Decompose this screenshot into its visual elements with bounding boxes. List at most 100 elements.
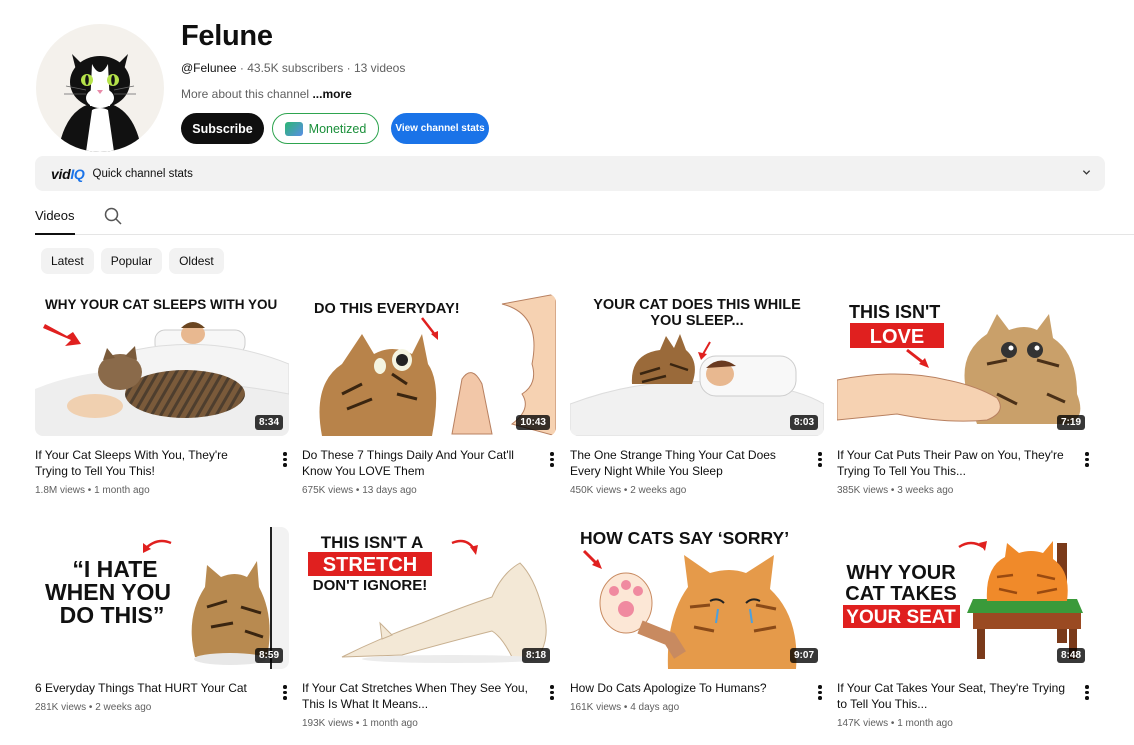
video-card[interactable]: YOUR CAT DOES THIS WHILE YOU SLEEP... 8:… bbox=[570, 294, 824, 496]
video-title[interactable]: If Your Cat Stretches When They See You,… bbox=[302, 680, 530, 712]
video-views: 161K views bbox=[570, 702, 622, 713]
video-stats: 147K views • 1 month ago bbox=[837, 718, 953, 729]
video-age: 13 days ago bbox=[362, 485, 417, 496]
chip-latest[interactable]: Latest bbox=[41, 248, 94, 274]
view-channel-stats-button[interactable]: View channel stats bbox=[391, 113, 489, 144]
video-title[interactable]: 6 Everyday Things That HURT Your Cat bbox=[35, 680, 263, 696]
tab-videos[interactable]: Videos bbox=[35, 208, 75, 235]
video-views: 281K views bbox=[35, 702, 87, 713]
video-stats: 161K views • 4 days ago bbox=[570, 702, 680, 713]
video-thumbnail[interactable]: WHY YOUR CAT SLEEPS WITH YOU 8:34 bbox=[35, 294, 289, 436]
video-thumbnail[interactable]: YOUR CAT DOES THIS WHILE YOU SLEEP... 8:… bbox=[570, 294, 824, 436]
video-title[interactable]: If Your Cat Sleeps With You, They're Try… bbox=[35, 447, 263, 479]
video-card[interactable]: THIS ISN'T A STRETCH DON'T IGNORE! 8:18 … bbox=[302, 527, 556, 729]
thumbnail-text: LOVE bbox=[870, 326, 924, 348]
channel-name: Felune bbox=[181, 20, 273, 52]
vidiq-label: Quick channel stats bbox=[92, 167, 193, 180]
more-options-icon[interactable] bbox=[1084, 452, 1090, 468]
monetized-label: Monetized bbox=[308, 121, 367, 136]
video-age: 2 weeks ago bbox=[630, 485, 687, 496]
video-thumbnail[interactable]: HOW CATS SAY ‘SORRY’ 9:07 bbox=[570, 527, 824, 669]
thumbnail-art: YOUR CAT DOES THIS WHILE YOU SLEEP... bbox=[570, 294, 824, 436]
channel-avatar[interactable] bbox=[36, 24, 164, 152]
video-age: 1 month ago bbox=[362, 718, 418, 729]
thumbnail-text: THIS ISN'T bbox=[849, 302, 940, 322]
vidiq-quick-stats-bar[interactable]: vidIQ Quick channel stats bbox=[35, 156, 1105, 191]
thumbnail-text: WHY YOUR bbox=[846, 562, 956, 584]
video-title[interactable]: If Your Cat Takes Your Seat, They're Try… bbox=[837, 680, 1065, 712]
thumbnail-text: THIS ISN'T A bbox=[321, 533, 424, 552]
channel-meta: @Felunee · 43.5K subscribers · 13 videos bbox=[181, 61, 489, 75]
channel-header: Felune @Felunee · 43.5K subscribers · 13… bbox=[181, 18, 489, 144]
video-card[interactable]: HOW CATS SAY ‘SORRY’ 9:07 How Do Cats Ap… bbox=[570, 527, 824, 713]
search-icon[interactable] bbox=[103, 206, 123, 226]
monetized-button[interactable]: Monetized bbox=[272, 113, 379, 144]
video-duration: 8:03 bbox=[789, 415, 818, 430]
thumbnail-text: DON'T IGNORE! bbox=[313, 577, 427, 594]
video-card[interactable]: WHY YOUR CAT SLEEPS WITH YOU 8:34 If You… bbox=[35, 294, 289, 496]
monetized-icon bbox=[284, 121, 303, 136]
chevron-down-icon[interactable] bbox=[1082, 168, 1091, 177]
video-card[interactable]: THIS ISN'T LOVE 7:19 If Your Cat Puts Th… bbox=[837, 294, 1091, 496]
more-options-icon[interactable] bbox=[282, 452, 288, 468]
more-options-icon[interactable] bbox=[549, 685, 555, 701]
video-title[interactable]: How Do Cats Apologize To Humans? bbox=[570, 680, 798, 696]
thumbnail-text: YOUR SEAT bbox=[846, 607, 956, 628]
video-duration: 8:59 bbox=[254, 648, 283, 663]
thumbnail-text: YOU SLEEP... bbox=[650, 313, 743, 329]
channel-actions: Subscribe Monetized View channel stats bbox=[181, 113, 489, 144]
channel-tabs: Videos bbox=[35, 200, 1134, 235]
sort-chips: Latest Popular Oldest bbox=[41, 248, 224, 274]
video-stats: 193K views • 1 month ago bbox=[302, 718, 418, 729]
video-count: 13 videos bbox=[353, 61, 406, 75]
video-stats: 675K views • 13 days ago bbox=[302, 485, 417, 496]
video-title[interactable]: The One Strange Thing Your Cat Does Ever… bbox=[570, 447, 798, 479]
chip-oldest[interactable]: Oldest bbox=[169, 248, 224, 274]
thumbnail-text: DO THIS” bbox=[60, 602, 165, 628]
about-text: More about this channel bbox=[181, 87, 310, 101]
channel-handle: @Felunee bbox=[181, 61, 237, 75]
video-card[interactable]: “I HATE WHEN YOU DO THIS” 8:59 6 Everyda… bbox=[35, 527, 289, 713]
video-stats: 1.8M views • 1 month ago bbox=[35, 485, 150, 496]
video-stats: 450K views • 2 weeks ago bbox=[570, 485, 687, 496]
more-options-icon[interactable] bbox=[549, 452, 555, 468]
video-title[interactable]: Do These 7 Things Daily And Your Cat'll … bbox=[302, 447, 530, 479]
more-link[interactable]: ...more bbox=[312, 87, 351, 101]
video-thumbnail[interactable]: THIS ISN'T A STRETCH DON'T IGNORE! 8:18 bbox=[302, 527, 556, 669]
video-thumbnail[interactable]: THIS ISN'T LOVE 7:19 bbox=[837, 294, 1091, 436]
vidiq-logo: vidIQ bbox=[51, 166, 85, 182]
video-views: 193K views bbox=[302, 718, 354, 729]
video-duration: 10:43 bbox=[516, 415, 550, 430]
more-options-icon[interactable] bbox=[1084, 685, 1090, 701]
video-thumbnail[interactable]: “I HATE WHEN YOU DO THIS” 8:59 bbox=[35, 527, 289, 669]
video-age: 1 month ago bbox=[94, 485, 150, 496]
thumbnail-text: CAT TAKES bbox=[845, 583, 956, 605]
thumbnail-art: HOW CATS SAY ‘SORRY’ bbox=[570, 527, 824, 669]
thumbnail-art: WHY YOUR CAT SLEEPS WITH YOU bbox=[35, 294, 289, 436]
video-card[interactable]: DO THIS EVERYDAY! 10:43 Do These 7 Thing… bbox=[302, 294, 556, 496]
thumbnail-art: THIS ISN'T LOVE bbox=[837, 294, 1091, 436]
video-age: 3 weeks ago bbox=[897, 485, 954, 496]
video-duration: 9:07 bbox=[789, 648, 818, 663]
video-age: 4 days ago bbox=[630, 702, 680, 713]
video-card[interactable]: WHY YOUR CAT TAKES YOUR SEAT 8:48 If You… bbox=[837, 527, 1091, 729]
subscriber-count: 43.5K subscribers bbox=[247, 61, 344, 75]
video-stats: 385K views • 3 weeks ago bbox=[837, 485, 954, 496]
thumbnail-art: “I HATE WHEN YOU DO THIS” bbox=[35, 527, 289, 669]
channel-about[interactable]: More about this channel ...more bbox=[181, 87, 489, 101]
video-thumbnail[interactable]: DO THIS EVERYDAY! 10:43 bbox=[302, 294, 556, 436]
more-options-icon[interactable] bbox=[817, 685, 823, 701]
chip-popular[interactable]: Popular bbox=[100, 248, 163, 274]
video-thumbnail[interactable]: WHY YOUR CAT TAKES YOUR SEAT 8:48 bbox=[837, 527, 1091, 669]
thumbnail-text: DO THIS EVERYDAY! bbox=[314, 301, 460, 317]
thumbnail-art: WHY YOUR CAT TAKES YOUR SEAT bbox=[837, 527, 1091, 669]
video-duration: 8:34 bbox=[254, 415, 283, 430]
video-views: 450K views bbox=[570, 485, 622, 496]
tuxedo-cat-icon bbox=[58, 54, 142, 152]
more-options-icon[interactable] bbox=[282, 685, 288, 701]
subscribe-button[interactable]: Subscribe bbox=[181, 113, 264, 144]
video-title[interactable]: If Your Cat Puts Their Paw on You, They'… bbox=[837, 447, 1065, 479]
video-age: 1 month ago bbox=[897, 718, 953, 729]
more-options-icon[interactable] bbox=[817, 452, 823, 468]
thumbnail-text: STRETCH bbox=[323, 554, 417, 576]
